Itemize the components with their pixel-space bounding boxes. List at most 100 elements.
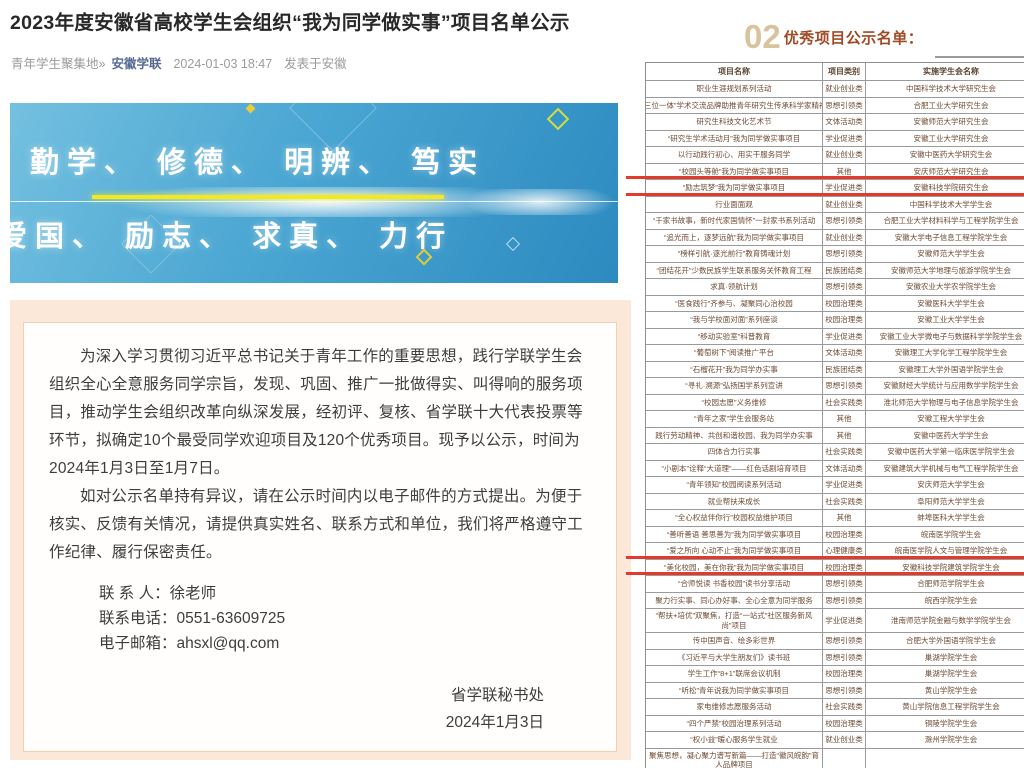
cell-name: 践行劳动精神、共创和谐校园、我为同学办实事 — [646, 428, 823, 445]
cell-name: “四个严禁”校园治理系列活动 — [646, 716, 823, 733]
cell-union: 安庆师范大学学生会 — [866, 477, 1024, 494]
cell-name: 聚焦思想，凝心聚力谱写新篇——打造“徽风皖韵”育人品牌项目 — [646, 749, 823, 768]
cell-name: 研究生科技文化艺术节 — [646, 114, 823, 131]
cell-name: 以行动践行初心、用实干服务同学 — [646, 147, 823, 164]
cell-name: “青年领知”校园阅读系列活动 — [646, 477, 823, 494]
table-row: 践行劳动精神、共创和谐校园、我为同学办实事其他安徽中医药大学学生会 — [646, 428, 1024, 445]
cell-union: 安徽中医药大学研究生会 — [866, 147, 1024, 164]
diamond-outline-icon — [506, 237, 520, 251]
cell-name: “追光而上，逐梦远航”我为同学做实事项目 — [646, 230, 823, 247]
contact-phone: 联系电话：0551-63609725 — [99, 606, 592, 631]
table-row: 行业面面观就业创业类中国科学技术大学学生会 — [646, 197, 1024, 214]
table-row: “帮扶+培优”双聚焦，打造“一站式”社区服务新风尚”项目学业促进类淮南师范学院金… — [646, 609, 1024, 633]
cell-cat: 学业促进类 — [823, 609, 866, 633]
cell-union: 安徽工程大学学生会 — [866, 411, 1024, 428]
table-top-divider — [935, 56, 1024, 58]
account-link[interactable]: 安徽学联 — [111, 57, 161, 71]
contact-person: 联 系 人：徐老师 — [99, 581, 592, 606]
cell-union: 巢湖学院学生会 — [866, 650, 1024, 667]
cell-name: “研究生学术活动月”我为同学做实事项目 — [646, 131, 823, 148]
cell-name: 四体合力行实事 — [646, 444, 823, 461]
cell-cat: 社会实践类 — [823, 444, 866, 461]
cell-union: 安徽农业大学农学院学生会 — [866, 279, 1024, 296]
table-row: “医食践行”齐参与、凝聚同心治校园校园治理类安徽医科大学学生会 — [646, 296, 1024, 313]
cell-name: “寻礼·溯源”弘扬国学系列宣讲 — [646, 378, 823, 395]
table-row: “石榴花开”我为同学办实事民族团结类安徽理工大学外国语学院学生会 — [646, 362, 1024, 379]
cell-cat: 校园治理类 — [823, 716, 866, 733]
projects-table-wrapper: 项目名称 项目类别 实施学生会名称 职业生涯规划系列活动就业创业类中国科学技术大… — [645, 62, 1024, 768]
cell-union: 安徽中医药大学学生会 — [866, 428, 1024, 445]
cell-name: “听松”青年说我为同学做实事项目 — [646, 683, 823, 700]
highlight-underline — [626, 176, 1024, 179]
table-row: “校园志愿”义务维修社会实践类淮北师范大学物理与电子信息学院学生会 — [646, 395, 1024, 412]
banner-image: 勤学、 修德、 明辨、 笃实 爱国、 励志、 求真、 力行 — [10, 103, 618, 283]
cell-name: “千家书故事，新时代家国情怀”一封家书系列活动 — [646, 213, 823, 230]
cell-union: 皖西学院学生会 — [866, 593, 1024, 610]
cell-cat: 就业创业类 — [823, 732, 866, 749]
cell-cat: 校园治理类 — [823, 296, 866, 313]
cell-cat: 思想引领类 — [823, 378, 866, 395]
cell-union: 淮南师范学院金融与数学学院学生会 — [866, 609, 1024, 633]
article-meta: 青年学生聚集地»安徽学联2024-01-03 18:47发表于安徽 — [11, 53, 347, 72]
cell-union — [866, 749, 1024, 768]
table-row: “追光而上，逐梦远航”我为同学做实事项目就业创业类安徽大学电子信息工程学院学生会 — [646, 230, 1024, 247]
table-row: 《习近平与大学生朋友们》读书班思想引领类巢湖学院学生会 — [646, 650, 1024, 667]
cell-name: “我与学校面对面”系列座谈 — [646, 312, 823, 329]
section-number: 02 — [744, 20, 781, 53]
cell-name: “全心权益伴你行”校园权益维护项目 — [646, 510, 823, 527]
cell-cat: 就业创业类 — [823, 81, 866, 98]
table-row: 就业帮扶来成长社会实践类阜阳师范大学学生会 — [646, 494, 1024, 511]
cell-cat: 社会实践类 — [823, 395, 866, 412]
cell-name: “葡萄树下”阅读推广平台 — [646, 345, 823, 362]
cell-name: 行业面面观 — [646, 197, 823, 214]
table-row: “团结花开”少数民族学生联系服务关怀教育工程民族团结类安徽师范大学地理与旅游学院… — [646, 263, 1024, 280]
banner-slogan-line1: 勤学、 修德、 明辨、 笃实 — [30, 139, 485, 181]
page-title: 2023年度安徽省高校学生会组织“我为同学做实事”项目名单公示 — [10, 10, 642, 36]
notice-paragraph-1: 为深入学习贯彻习近平总书记关于青年工作的重要思想，践行学联学生会组织全心全意服务… — [49, 343, 592, 483]
cell-cat: 学业促进类 — [823, 131, 866, 148]
cell-name: “权小益”暖心服务学生就业 — [646, 732, 823, 749]
cell-union: 滁州学院学生会 — [866, 732, 1024, 749]
cell-cat: 民族团结类 — [823, 263, 866, 280]
cell-name: “三位一体”学术交流品牌助推青年研究生传承科学家精神 — [646, 98, 823, 115]
cell-union: 中国科学技术大学研究生会 — [866, 81, 1024, 98]
cell-cat: 思想引领类 — [823, 593, 866, 610]
table-row: 聚焦思想，凝心聚力谱写新篇——打造“徽风皖韵”育人品牌项目 — [646, 749, 1024, 768]
cell-union: 黄山学院学生会 — [866, 683, 1024, 700]
table-row: 职业生涯规划系列活动就业创业类中国科学技术大学研究生会 — [646, 81, 1024, 98]
cell-name: “帮扶+培优”双聚焦，打造“一站式”社区服务新风尚”项目 — [646, 609, 823, 633]
cell-cat: 校园治理类 — [823, 666, 866, 683]
signature-block: 省学联秘书处 2024年1月3日 — [49, 682, 592, 736]
meta-datetime: 2024-01-03 18:47 — [173, 57, 272, 71]
table-row: “四个严禁”校园治理系列活动校园治理类铜陵学院学生会 — [646, 716, 1024, 733]
table-row: 求真·领航计划思想引领类安徽农业大学农学院学生会 — [646, 279, 1024, 296]
cell-union: 安徽理工大学化学工程学院学生会 — [866, 345, 1024, 362]
cell-cat: 思想引领类 — [823, 279, 866, 296]
cell-cat: 思想引领类 — [823, 213, 866, 230]
cell-name: 职业生涯规划系列活动 — [646, 81, 823, 98]
cell-cat: 其他 — [823, 428, 866, 445]
cell-cat: 其他 — [823, 411, 866, 428]
cell-cat: 就业创业类 — [823, 230, 866, 247]
cell-union: 安徽工业大学研究生会 — [866, 131, 1024, 148]
diamond-outline-icon — [547, 108, 570, 131]
cell-name: “小剧本”诠释“大道理”——红色话剧培育项目 — [646, 461, 823, 478]
cell-union: 铜陵学院学生会 — [866, 716, 1024, 733]
table-row: “小剧本”诠释“大道理”——红色话剧培育项目文体活动类安徽建筑大学机械与电气工程… — [646, 461, 1024, 478]
cell-name: 学生工作“8+1”联席会议机制 — [646, 666, 823, 683]
cell-name: “移动实验室”科普教育 — [646, 329, 823, 346]
cell-name: 求真·领航计划 — [646, 279, 823, 296]
cell-union: 中国科学技术大学学生会 — [866, 197, 1024, 214]
light-streak — [440, 189, 618, 215]
banner-slogan-line2: 爱国、 励志、 求真、 力行 — [10, 213, 453, 255]
table-row: “全心权益伴你行”校园权益维护项目其他蚌埠医科大学学生会 — [646, 510, 1024, 527]
cell-union: 蚌埠医科大学学生会 — [866, 510, 1024, 527]
table-row: “榜样引航·逐光前行”教育铸魂计划思想引领类安徽师范大学学生会 — [646, 246, 1024, 263]
contact-block: 联 系 人：徐老师 联系电话：0551-63609725 电子邮箱：ahsxl@… — [99, 581, 592, 656]
contact-email: 电子邮箱：ahsxl@qq.com — [99, 631, 592, 656]
highlight-underline — [626, 556, 1024, 559]
table-row: “我与学校面对面”系列座谈校园治理类安徽工业大学学生会 — [646, 312, 1024, 329]
cell-name: “青年之家”学生会服务站 — [646, 411, 823, 428]
table-row: 研究生科技文化艺术节文体活动类安徽师范大学研究生会 — [646, 114, 1024, 131]
cell-union: 安徽大学电子信息工程学院学生会 — [866, 230, 1024, 247]
